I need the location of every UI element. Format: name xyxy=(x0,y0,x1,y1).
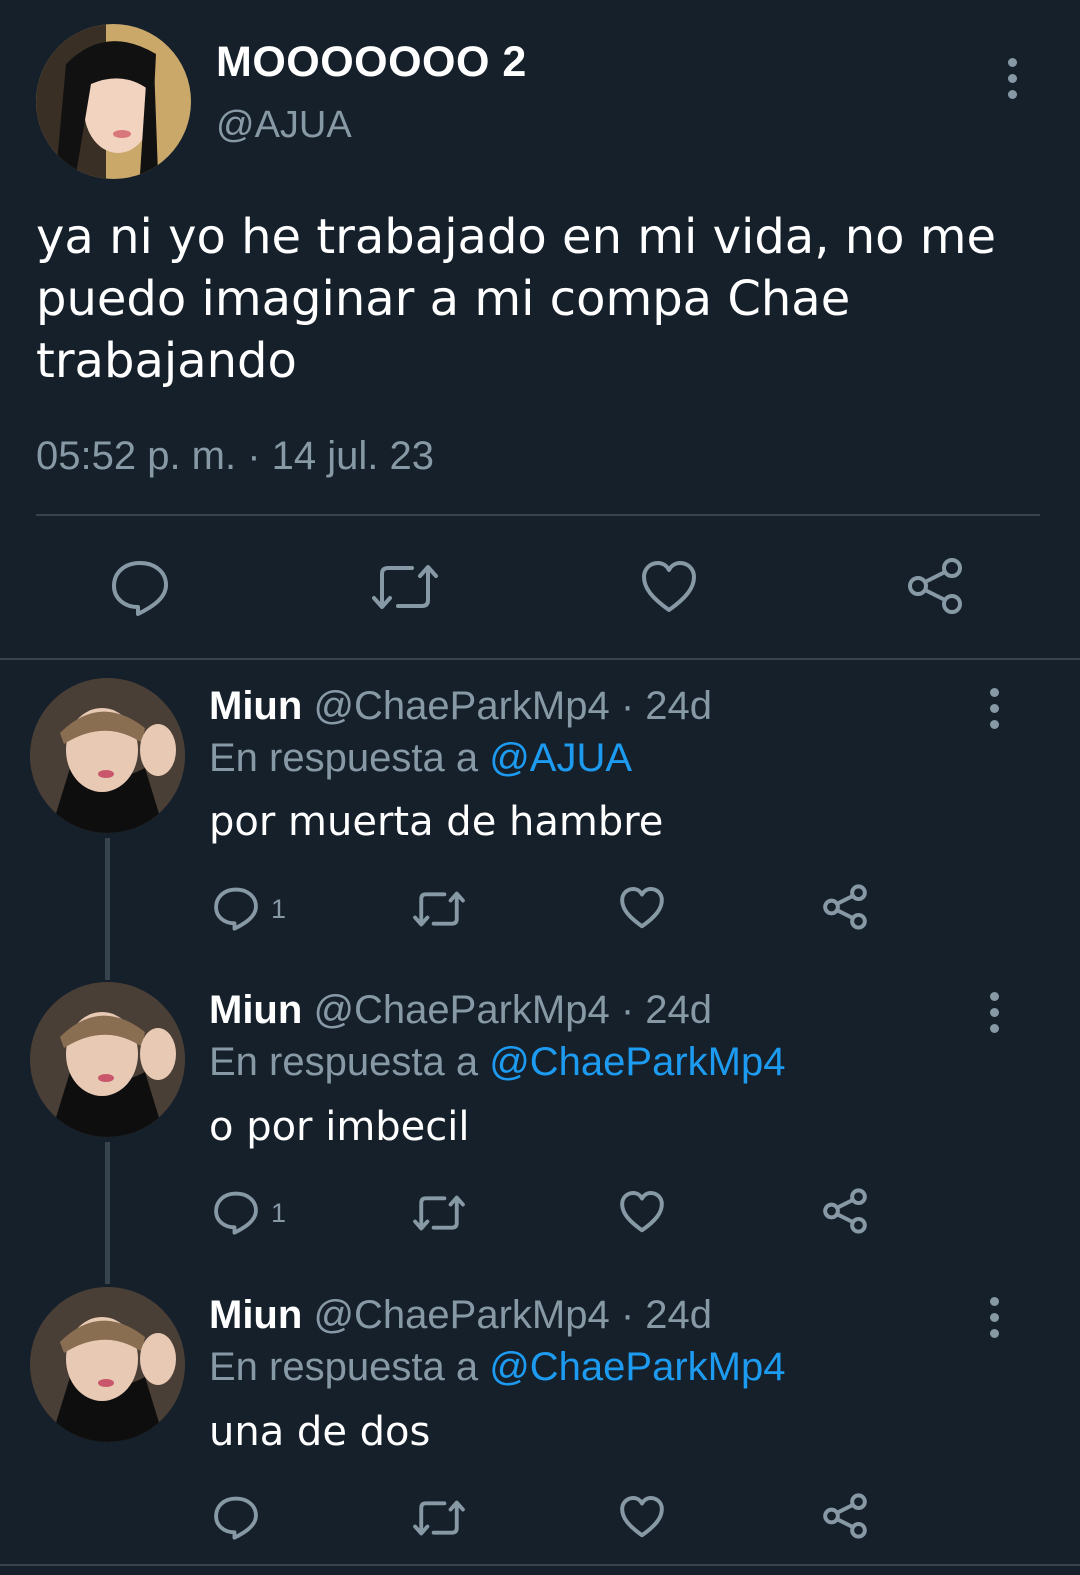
reply-to-link[interactable]: @ChaeParkMp4 xyxy=(489,1345,785,1389)
reply-text: una de dos xyxy=(209,1409,431,1455)
more-options-icon[interactable] xyxy=(1007,58,1017,106)
divider xyxy=(0,1564,1080,1566)
reply-prefix: En respuesta a xyxy=(209,1040,479,1084)
reply-icon[interactable] xyxy=(213,1189,259,1235)
main-timestamp[interactable]: 05:52 p. m. · 14 jul. 23 xyxy=(36,434,434,479)
reply-text: por muerta de hambre xyxy=(209,799,664,845)
heart-icon[interactable] xyxy=(619,886,665,930)
heart-icon[interactable] xyxy=(640,560,698,614)
main-tweet-line-3: trabajando xyxy=(36,333,297,389)
main-tweet-line-2: puedo imaginar a mi compa Chae xyxy=(36,271,851,327)
reply-avatar[interactable] xyxy=(30,678,185,833)
heart-icon[interactable] xyxy=(619,1495,665,1539)
reply-handle-time[interactable]: @ChaeParkMp4 · 24d xyxy=(313,1293,712,1337)
retweet-icon[interactable] xyxy=(412,1497,466,1539)
main-avatar[interactable] xyxy=(36,24,191,179)
heart-icon[interactable] xyxy=(619,1190,665,1234)
reply-to-link[interactable]: @ChaeParkMp4 xyxy=(489,1040,785,1084)
reply-display-name[interactable]: Miun xyxy=(209,988,302,1032)
main-handle[interactable]: @AJUA xyxy=(216,104,352,147)
share-icon[interactable] xyxy=(822,1493,868,1539)
reply-prefix: En respuesta a xyxy=(209,1345,479,1389)
reply-context: En respuesta a @AJUA xyxy=(209,736,632,781)
more-options-icon[interactable] xyxy=(989,992,999,1040)
reply-handle-time[interactable]: @ChaeParkMp4 · 24d xyxy=(313,684,712,728)
reply-display-name[interactable]: Miun xyxy=(209,684,302,728)
more-options-icon[interactable] xyxy=(989,688,999,736)
reply-prefix: En respuesta a xyxy=(209,736,479,780)
reply-text: o por imbecil xyxy=(209,1104,470,1150)
thread-line xyxy=(105,838,110,980)
retweet-icon[interactable] xyxy=(370,560,440,614)
reply-count: 1 xyxy=(271,1198,287,1228)
retweet-icon[interactable] xyxy=(412,888,466,930)
reply-header[interactable]: Miun @ChaeParkMp4 · 24d xyxy=(209,988,712,1033)
divider xyxy=(36,514,1040,516)
reply-header[interactable]: Miun @ChaeParkMp4 · 24d xyxy=(209,684,712,729)
reply-context: En respuesta a @ChaeParkMp4 xyxy=(209,1040,785,1085)
reply-display-name[interactable]: Miun xyxy=(209,1293,302,1337)
share-icon[interactable] xyxy=(906,557,964,615)
reply-to-link[interactable]: @AJUA xyxy=(489,736,632,780)
reply-icon[interactable] xyxy=(110,558,170,616)
reply-count: 1 xyxy=(271,894,287,924)
divider xyxy=(0,658,1080,660)
main-tweet-text: ya ni yo he trabajado en mi vida, no me … xyxy=(36,206,1046,392)
share-icon[interactable] xyxy=(822,884,868,930)
main-tweet-line-1: ya ni yo he trabajado en mi vida, no me xyxy=(36,209,997,265)
main-display-name[interactable]: MOOOOOOO 2 xyxy=(216,38,527,87)
reply-icon[interactable] xyxy=(213,1494,259,1540)
reply-icon[interactable] xyxy=(213,885,259,931)
thread-line xyxy=(105,1142,110,1284)
reply-handle-time[interactable]: @ChaeParkMp4 · 24d xyxy=(313,988,712,1032)
retweet-icon[interactable] xyxy=(412,1192,466,1234)
reply-context: En respuesta a @ChaeParkMp4 xyxy=(209,1345,785,1390)
reply-avatar[interactable] xyxy=(30,1287,185,1442)
more-options-icon[interactable] xyxy=(989,1297,999,1345)
share-icon[interactable] xyxy=(822,1188,868,1234)
reply-header[interactable]: Miun @ChaeParkMp4 · 24d xyxy=(209,1293,712,1338)
reply-avatar[interactable] xyxy=(30,982,185,1137)
